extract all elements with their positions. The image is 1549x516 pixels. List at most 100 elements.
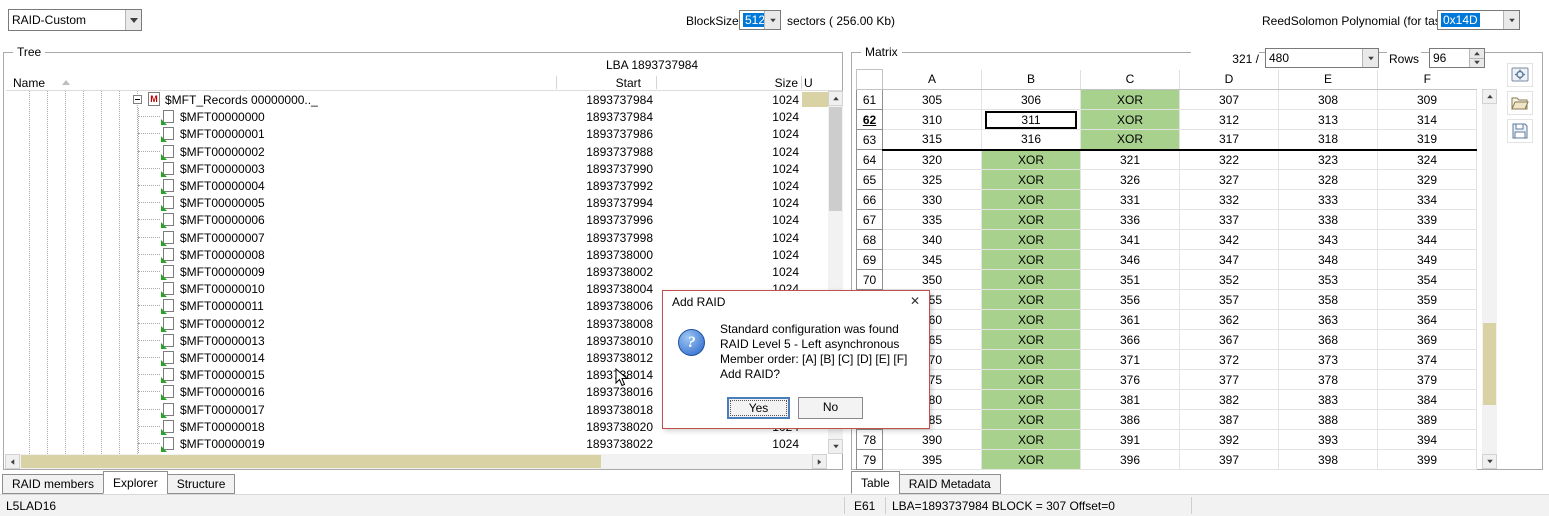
matrix-cell[interactable]: 372 — [1180, 350, 1279, 370]
matrix-cell[interactable]: 326 — [1081, 170, 1180, 190]
matrix-cell[interactable]: 362 — [1180, 310, 1279, 330]
matrix-row-header[interactable]: 68 — [857, 230, 883, 250]
chevron-down-icon[interactable] — [125, 10, 141, 30]
matrix-cell[interactable]: 336 — [1081, 210, 1180, 230]
tree-item[interactable]: M$MFT_Records 00000000.._18937379841024 — [7, 91, 828, 108]
column-header-name[interactable]: Name — [13, 76, 45, 90]
matrix-cell[interactable]: 366 — [1081, 330, 1180, 350]
scroll-right-icon[interactable] — [812, 454, 827, 469]
matrix-cell[interactable]: 399 — [1378, 450, 1477, 470]
matrix-parity-cell[interactable]: XOR — [982, 310, 1081, 330]
matrix-parity-cell[interactable]: XOR — [982, 150, 1081, 170]
matrix-cell[interactable]: 338 — [1279, 210, 1378, 230]
matrix-cell[interactable]: 396 — [1081, 450, 1180, 470]
close-icon[interactable]: ✕ — [910, 294, 920, 308]
tab-explorer[interactable]: Explorer — [103, 471, 168, 494]
matrix-cell[interactable]: 363 — [1279, 310, 1378, 330]
matrix-cell[interactable]: 330 — [883, 190, 982, 210]
tree-item[interactable]: $MFT0000001918937380221024 — [7, 435, 828, 452]
matrix-cell[interactable]: 356 — [1081, 290, 1180, 310]
matrix-cell[interactable]: 391 — [1081, 430, 1180, 450]
matrix-parity-cell[interactable]: XOR — [982, 270, 1081, 290]
scroll-thumb[interactable] — [21, 455, 601, 468]
matrix-cell[interactable]: 381 — [1081, 390, 1180, 410]
matrix-cell[interactable]: 392 — [1180, 430, 1279, 450]
matrix-cell[interactable]: 312 — [1180, 110, 1279, 130]
matrix-cell[interactable]: 329 — [1378, 170, 1477, 190]
matrix-parity-cell[interactable]: XOR — [982, 450, 1081, 470]
matrix-cell[interactable]: 393 — [1279, 430, 1378, 450]
matrix-cell[interactable]: 397 — [1180, 450, 1279, 470]
matrix-parity-cell[interactable]: XOR — [982, 250, 1081, 270]
matrix-cell[interactable]: 325 — [883, 170, 982, 190]
matrix-cell[interactable]: 379 — [1378, 370, 1477, 390]
collapse-toggle-icon[interactable] — [133, 95, 142, 104]
blocksize-select[interactable]: 512 — [739, 10, 781, 30]
matrix-cell[interactable]: 386 — [1081, 410, 1180, 430]
scroll-up-icon[interactable] — [1482, 89, 1497, 104]
tree-horizontal-scrollbar[interactable] — [5, 454, 827, 469]
matrix-cell[interactable]: 398 — [1279, 450, 1378, 470]
chevron-down-icon[interactable] — [764, 11, 780, 29]
save-config-button[interactable] — [1507, 119, 1533, 143]
matrix-cell[interactable]: 373 — [1279, 350, 1378, 370]
matrix-cell[interactable]: 323 — [1279, 150, 1378, 170]
matrix-parity-cell[interactable]: XOR — [982, 230, 1081, 250]
raid-type-select[interactable]: RAID-Custom — [8, 9, 142, 31]
tree-item[interactable]: $MFT0000000418937379921024 — [7, 177, 828, 194]
matrix-cell[interactable]: 354 — [1378, 270, 1477, 290]
matrix-settings-button[interactable] — [1507, 63, 1533, 87]
matrix-cell[interactable]: 307 — [1180, 90, 1279, 110]
matrix-cell[interactable]: 332 — [1180, 190, 1279, 210]
tree-item[interactable]: $MFT0000000318937379901024 — [7, 160, 828, 177]
matrix-cell[interactable]: 324 — [1378, 150, 1477, 170]
matrix-cell[interactable]: 321 — [1081, 150, 1180, 170]
rows-spinner[interactable]: 96 — [1429, 48, 1485, 68]
matrix-cell[interactable]: 333 — [1279, 190, 1378, 210]
matrix-cell[interactable]: 337 — [1180, 210, 1279, 230]
matrix-cell[interactable]: 388 — [1279, 410, 1378, 430]
chevron-down-icon[interactable] — [1503, 11, 1519, 29]
scroll-left-icon[interactable] — [5, 454, 20, 469]
matrix-cell[interactable]: 328 — [1279, 170, 1378, 190]
tree-item[interactable]: $MFT0000000218937379881024 — [7, 143, 828, 160]
matrix-cell[interactable]: 371 — [1081, 350, 1180, 370]
matrix-cell[interactable]: 348 — [1279, 250, 1378, 270]
matrix-cell[interactable]: 367 — [1180, 330, 1279, 350]
tree-item[interactable]: $MFT0000000518937379941024 — [7, 194, 828, 211]
matrix-cell[interactable]: 368 — [1279, 330, 1378, 350]
tree-item[interactable]: $MFT0000000718937379981024 — [7, 229, 828, 246]
scroll-thumb[interactable] — [829, 107, 842, 211]
yes-button[interactable]: Yes — [727, 397, 790, 419]
matrix-parity-cell[interactable]: XOR — [982, 390, 1081, 410]
matrix-row-header[interactable]: 62 — [857, 110, 883, 130]
matrix-cell[interactable]: 316 — [982, 130, 1081, 150]
matrix-cell[interactable]: 352 — [1180, 270, 1279, 290]
tree-item[interactable]: $MFT0000000618937379961024 — [7, 211, 828, 228]
matrix-parity-cell[interactable]: XOR — [982, 190, 1081, 210]
tree-item[interactable]: $MFT0000000018937379841024 — [7, 108, 828, 125]
tree-item[interactable]: $MFT0000000818937380001024 — [7, 246, 828, 263]
scroll-up-icon[interactable] — [828, 91, 843, 106]
matrix-cell[interactable]: 341 — [1081, 230, 1180, 250]
matrix-cell[interactable]: 359 — [1378, 290, 1477, 310]
matrix-cell[interactable]: 383 — [1279, 390, 1378, 410]
matrix-cell[interactable]: 331 — [1081, 190, 1180, 210]
matrix-cell[interactable]: 311 — [982, 110, 1081, 130]
matrix-cell[interactable]: 387 — [1180, 410, 1279, 430]
matrix-cell[interactable]: 335 — [883, 210, 982, 230]
matrix-parity-cell[interactable]: XOR — [1081, 130, 1180, 150]
tree-item[interactable]: $MFT0000000918937380021024 — [7, 263, 828, 280]
total-blocks-select[interactable]: 480 — [1265, 48, 1379, 68]
matrix-parity-cell[interactable]: XOR — [982, 430, 1081, 450]
matrix-cell[interactable]: 349 — [1378, 250, 1477, 270]
column-divider[interactable] — [801, 76, 802, 89]
matrix-column-header[interactable]: F — [1378, 70, 1477, 90]
matrix-cell[interactable]: 334 — [1378, 190, 1477, 210]
matrix-row-header[interactable]: 78 — [857, 430, 883, 450]
matrix-parity-cell[interactable]: XOR — [982, 350, 1081, 370]
matrix-cell[interactable]: 346 — [1081, 250, 1180, 270]
spinner-up-icon[interactable] — [1470, 49, 1484, 59]
matrix-cell[interactable]: 317 — [1180, 130, 1279, 150]
matrix-row-header[interactable]: 69 — [857, 250, 883, 270]
